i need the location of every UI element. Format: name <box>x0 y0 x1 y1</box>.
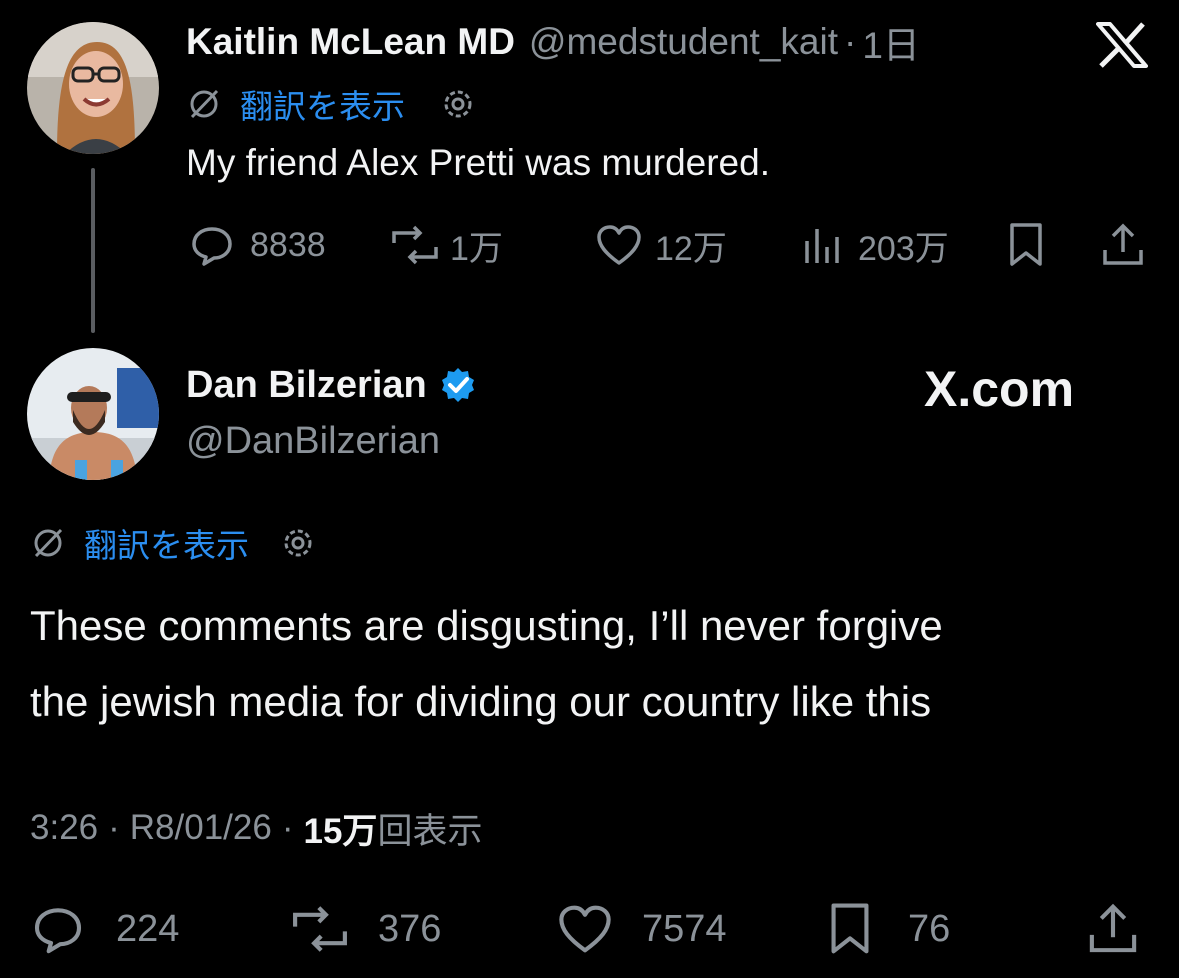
parent-translate-row: 翻訳を表示 <box>186 84 477 125</box>
views-icon <box>802 225 842 265</box>
dot-separator: · <box>108 808 120 847</box>
repost-icon <box>288 905 352 953</box>
reply-bookmark-stat[interactable]: 76 <box>826 902 950 956</box>
reply-like-count: 7574 <box>642 907 727 950</box>
parent-avatar[interactable] <box>27 22 159 154</box>
parent-handle[interactable]: @medstudent_kait <box>529 21 838 63</box>
parent-header: Kaitlin McLean MD @medstudent_kait · 1日 <box>186 20 920 66</box>
reply-text: These comments are disgusting, I’ll neve… <box>30 588 943 740</box>
gear-icon[interactable] <box>279 524 317 562</box>
translate-icon <box>30 525 66 561</box>
reply-icon <box>30 903 86 955</box>
reply-repost-stat[interactable]: 376 <box>288 902 441 956</box>
share-icon[interactable] <box>1086 902 1140 956</box>
parent-repost-count: 1万 <box>450 229 503 268</box>
dot-separator: · <box>843 21 857 62</box>
reply-views-label: 回表示 <box>377 811 483 851</box>
like-icon <box>556 903 614 955</box>
parent-views-stat[interactable]: 203万 <box>802 222 949 268</box>
gear-icon[interactable] <box>439 85 477 123</box>
reply-translate-row: 翻訳を表示 <box>30 522 317 564</box>
reply-avatar[interactable] <box>27 348 159 480</box>
parent-translate-link[interactable]: 翻訳を表示 <box>240 80 405 128</box>
parent-repost-stat[interactable]: 1万 <box>388 222 503 268</box>
thread-line <box>91 168 95 333</box>
share-icon[interactable] <box>1100 222 1146 268</box>
parent-like-stat[interactable]: 12万 <box>595 222 727 268</box>
reply-header: Dan Bilzerian <box>186 362 477 408</box>
bookmark-icon <box>826 902 874 956</box>
reply-text-line-1: These comments are disgusting, I’ll neve… <box>30 602 943 649</box>
x-logo-icon[interactable] <box>1096 22 1148 68</box>
parent-reply-stat[interactable]: 8838 <box>188 222 326 268</box>
reply-time[interactable]: 3:26 <box>30 808 98 848</box>
reply-display-name[interactable]: Dan Bilzerian <box>186 364 427 407</box>
parent-views-count: 203万 <box>858 229 949 268</box>
parent-reply-count: 8838 <box>250 225 326 264</box>
reply-meta: 3:26 · R8/01/26 · 15万 回表示 <box>30 806 482 851</box>
reply-views-count: 15万 <box>303 811 378 851</box>
parent-like-count: 12万 <box>655 229 727 268</box>
reply-date[interactable]: R8/01/26 <box>130 808 272 848</box>
reply-handle[interactable]: @DanBilzerian <box>186 420 440 463</box>
reply-icon <box>188 223 236 267</box>
reply-like-stat[interactable]: 7574 <box>556 902 727 956</box>
parent-text: My friend Alex Pretti was murdered. <box>186 142 770 183</box>
x-com-watermark: X.com <box>924 361 1075 417</box>
translate-icon <box>186 86 222 122</box>
reply-text-line-2: the jewish media for dividing our countr… <box>30 678 932 725</box>
repost-icon <box>388 225 442 265</box>
parent-display-name[interactable]: Kaitlin McLean MD <box>186 21 515 63</box>
dot-separator: · <box>281 808 294 847</box>
reply-translate-link[interactable]: 翻訳を表示 <box>84 519 249 567</box>
verified-badge-icon[interactable] <box>439 366 477 404</box>
parent-time[interactable]: 1日 <box>862 15 920 69</box>
like-icon <box>595 223 643 267</box>
reply-bookmark-count: 76 <box>908 907 951 950</box>
reply-reply-count: 224 <box>116 907 180 950</box>
bookmark-icon[interactable] <box>1006 222 1046 268</box>
reply-reply-stat[interactable]: 224 <box>30 902 179 956</box>
reply-repost-count: 376 <box>378 907 442 950</box>
